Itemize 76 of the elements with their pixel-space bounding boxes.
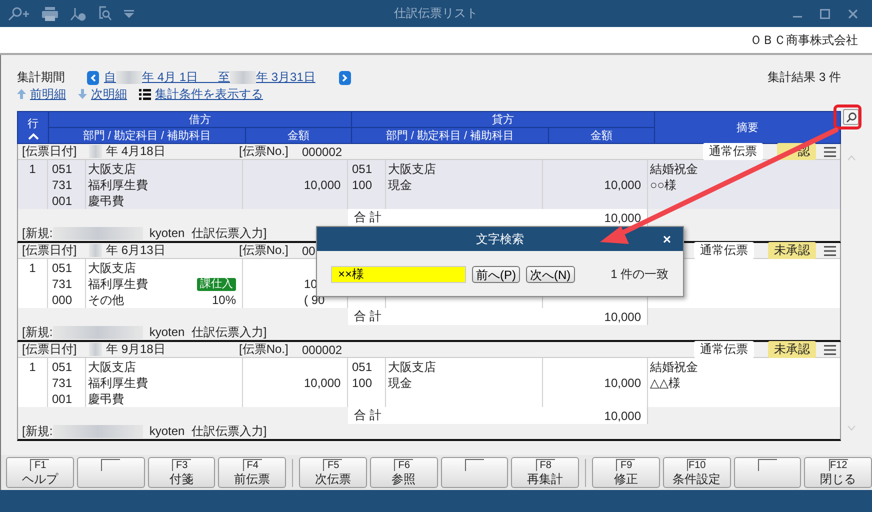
account-code: 051 [52,359,72,375]
result-count: 集計結果 3 件 [768,69,841,86]
voucher-date: 年 4月18日 [106,143,166,160]
memo-text: 結婚祝金 [650,161,698,177]
account-name: その他 [88,292,124,308]
company-name: ＯＢＣ商事株式会社 [750,32,858,48]
total-row: 合 計 10,000 [348,308,648,325]
memo-text: 結婚祝金 [650,359,698,375]
memo-text: ○○様 [650,177,676,193]
account-code: 051 [352,359,372,375]
account-code: 731 [52,375,72,391]
column-header: 借方 [49,112,351,127]
voucher-type-badge: 通常伝票 [694,242,754,259]
account-code: 051 [352,161,372,177]
voucher-type-badge: 通常伝票 [703,143,763,160]
row-number: 1 [29,359,36,375]
credit-amount: 10,000 [604,375,641,391]
entry-info: [新規: kyoten 仕訳伝票入力] [22,224,267,242]
column-header: 部門 / 勘定科目 / 補助科目 [352,128,548,143]
voucher-no-label: [伝票No.] [239,242,290,259]
account-name: 福利厚生費 [88,177,148,193]
column-header: 貸方 [352,112,654,127]
account-name: 大阪支店 [88,359,136,375]
voucher-date: 年 6月13日 [106,242,166,259]
voucher-no: 000002 [302,144,342,158]
account-name: 大阪支店 [388,161,436,177]
debit-amount: 10,000 [304,177,341,193]
account-code: 100 [352,375,372,391]
account-name: 大阪支店 [388,359,436,375]
total-row: 合 計 10,000 [348,209,648,226]
account-code: 001 [52,193,72,209]
voucher-no-label: [伝票No.] [239,341,290,358]
account-name: 慶弔費 [88,391,124,407]
dialog-title: 文字検索 [476,230,524,248]
column-header: 金額 [246,128,351,143]
voucher-type-badge: 通常伝票 [694,341,754,358]
tax-tag: 課仕入 [197,278,236,290]
voucher-date: 年 9月18日 [106,341,166,358]
voucher-no-label: [伝票No.] [239,143,290,160]
account-code: 000 [52,292,72,308]
column-header: 摘要 [655,112,840,143]
account-code: 001 [52,391,72,407]
account-code: 731 [52,276,72,292]
tax-rate: 10% [212,292,236,308]
account-name: 大阪支店 [88,161,136,177]
account-name: 現金 [388,375,412,391]
account-code: 051 [52,260,72,276]
total-row: 合 計 10,000 [348,407,648,424]
account-code: 100 [352,177,372,193]
match-count: 1 件の一致 [610,266,669,283]
entry-info: [新規: kyoten 仕訳伝票入力] [22,324,267,340]
account-name: 大阪支店 [88,260,136,276]
account-name: 現金 [388,177,412,193]
account-name: 福利厚生費 [88,276,148,292]
window-title: 仕訳伝票リスト [394,6,478,20]
date-label: [伝票日付] [22,143,78,160]
account-name: 慶弔費 [88,193,124,209]
debit-amount: 10,000 [304,375,341,391]
credit-amount: 10,000 [604,177,641,193]
memo-text: △△様 [650,375,680,391]
voucher-no: 00 [302,244,316,258]
row-number: 1 [29,260,36,276]
column-header: 金額 [549,128,654,143]
row-number: 1 [29,161,36,177]
account-code: 731 [52,177,72,193]
status-badge: 未承認 [768,341,816,358]
entry-info: [新規: kyoten 仕訳伝票入力] [22,422,267,440]
voucher-no: 000002 [302,342,342,356]
status-badge: 未承認 [768,242,816,259]
column-header: 行 [18,112,48,143]
date-label: [伝票日付] [22,242,78,259]
account-name: 福利厚生費 [88,375,148,391]
column-header: 部門 / 勘定科目 / 補助科目 [49,128,245,143]
period-label: 集計期間 [17,69,66,86]
account-code: 051 [52,161,72,177]
date-label: [伝票日付] [22,341,78,358]
